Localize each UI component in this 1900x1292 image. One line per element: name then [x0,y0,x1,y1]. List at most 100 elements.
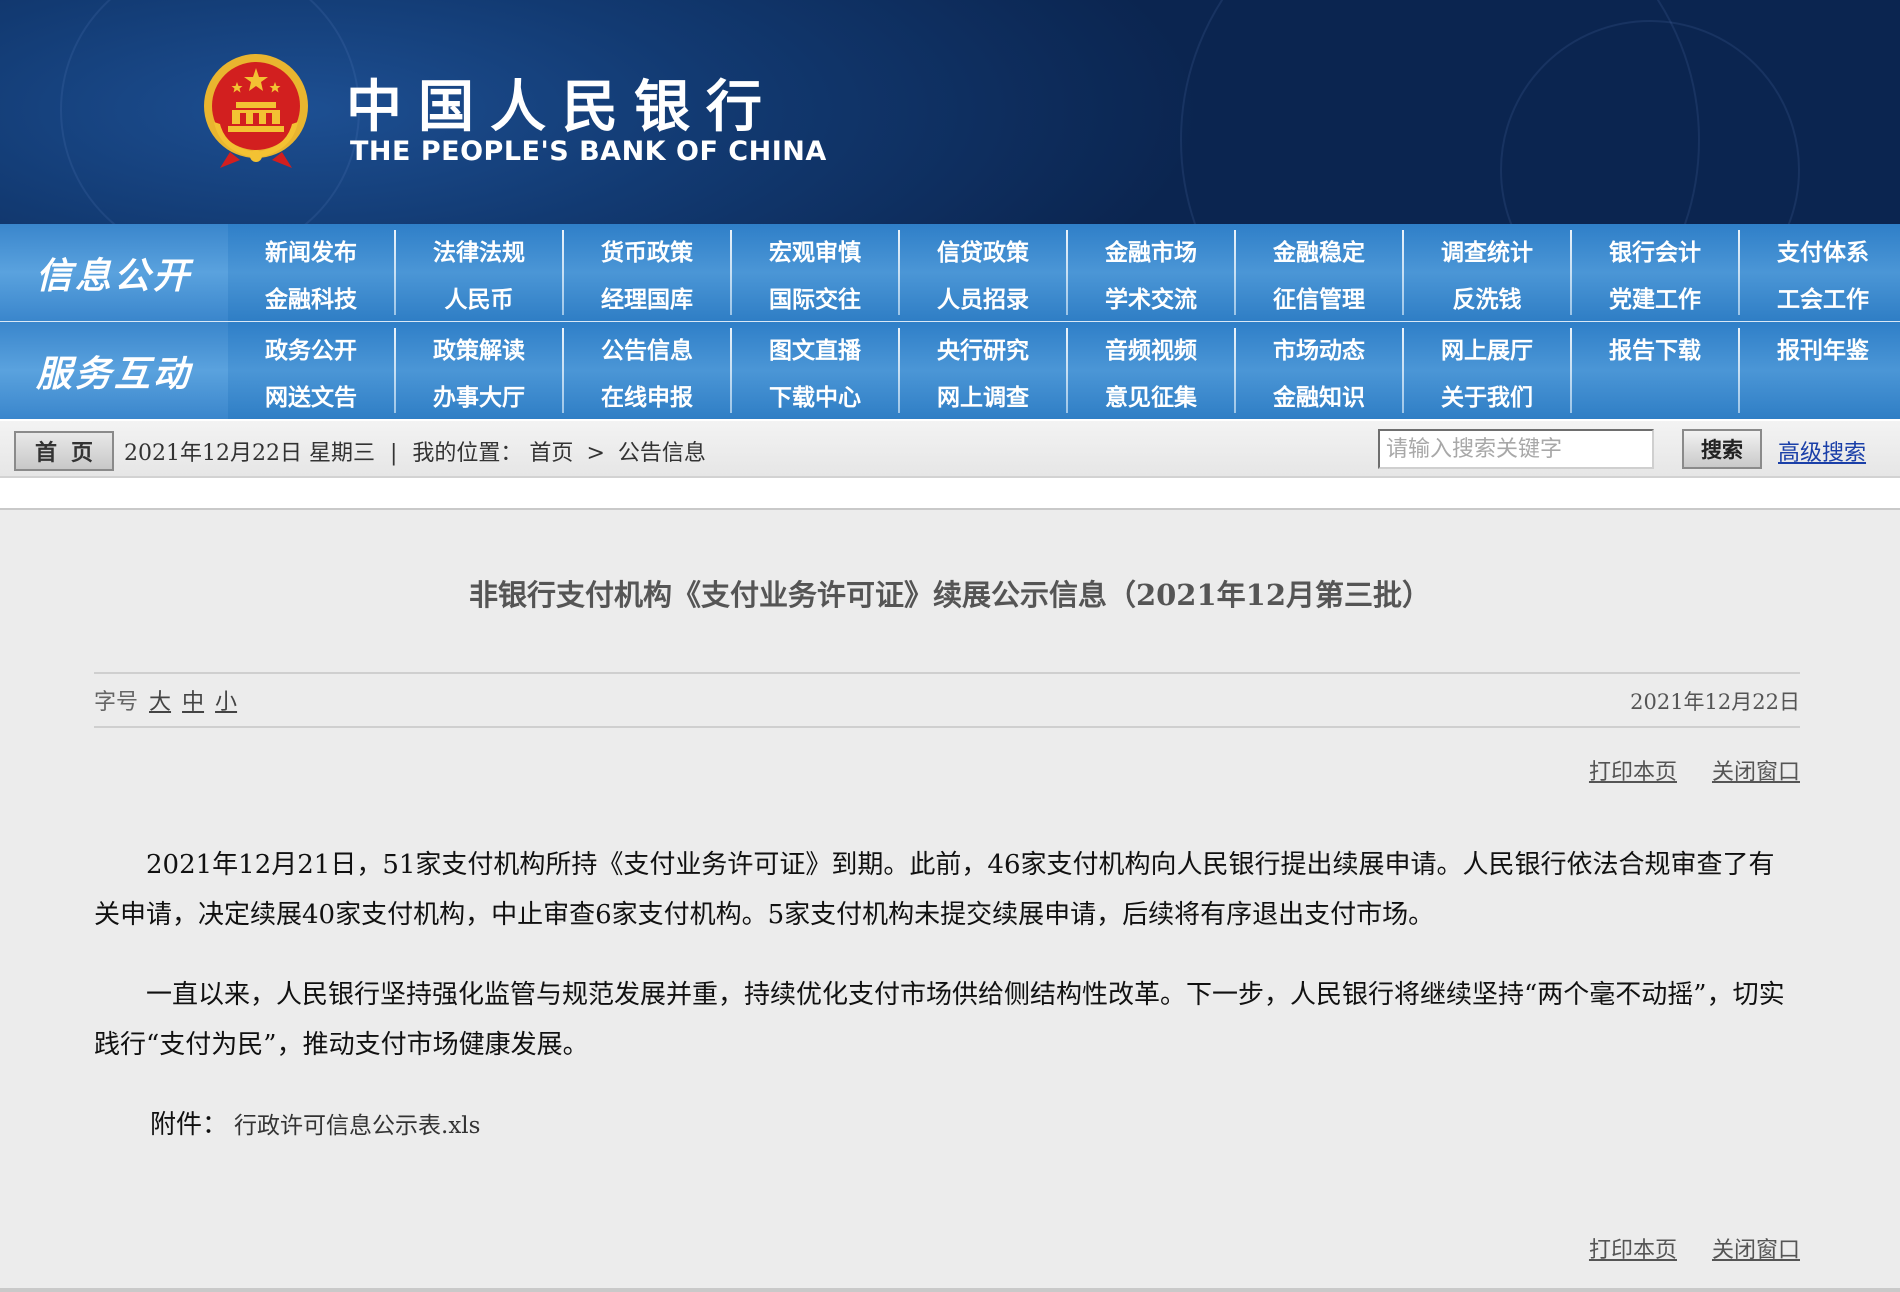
nav-service-item-0-9[interactable]: 报刊年鉴 [1740,324,1900,372]
nav-service-item-1-6[interactable]: 金融知识 [1236,371,1402,419]
font-size-label: 字号 [94,690,139,715]
nav-service-item-0-1[interactable]: 政策解读 [396,324,562,372]
font-size-large[interactable]: 大 [149,690,171,715]
nav-service-item-1-3[interactable]: 下载中心 [732,371,898,419]
attachment-link[interactable]: 行政许可信息公示表.xls [234,1113,480,1139]
nav-column-separator [730,230,732,315]
nav-info-item-1-1[interactable]: 人民币 [396,273,562,321]
advanced-search-link[interactable]: 高级搜索 [1778,435,1866,467]
nav-column-separator [394,230,396,315]
site-banner: 中国人民银行 THE PEOPLE'S BANK OF CHINA [0,0,1900,224]
nav-service-item-0-8[interactable]: 报告下载 [1572,324,1738,372]
location-text: 2021年12月22日 星期三 | 我的位置： 首页 > 公告信息 [124,435,706,467]
nav-column-separator [1402,230,1404,315]
nav-info-item-1-0[interactable]: 金融科技 [228,273,394,321]
article-panel: 非银行支付机构《支付业务许可证》续展公示信息（2021年12月第三批） 字号 大… [0,508,1900,1292]
nav-column-separator [1570,230,1572,315]
print-link[interactable]: 打印本页 [1589,760,1677,785]
nav-info-item-0-3[interactable]: 宏观审慎 [732,226,898,274]
nav-info-item-0-5[interactable]: 金融市场 [1068,226,1234,274]
attachment-label: 附件： [150,1110,229,1140]
publish-date: 2021年12月22日 [1630,690,1800,714]
font-size-small[interactable]: 小 [215,690,237,715]
article-paragraph: 2021年12月21日，51家支付机构所持《支付业务许可证》到期。此前，46家支… [94,850,1775,930]
nav-service-item-0-4[interactable]: 央行研究 [900,324,1066,372]
nav-service-item-0-0[interactable]: 政务公开 [228,324,394,372]
font-size-controls: 字号 大 中 小 [94,684,237,716]
top-utility-links: 打印本页 关闭窗口 [1561,754,1800,786]
nav-column-separator [898,328,900,413]
divider [94,672,1800,674]
location-prefix: 我的位置： [412,441,523,466]
nav-column-separator [1570,328,1572,413]
nav-service-item-0-2[interactable]: 公告信息 [564,324,730,372]
nav-info-item-0-4[interactable]: 信贷政策 [900,226,1066,274]
location-bar: 首页 2021年12月22日 星期三 | 我的位置： 首页 > 公告信息 搜索 … [0,421,1900,478]
print-link[interactable]: 打印本页 [1589,1238,1677,1263]
nav-info-disclosure: 信息公开 新闻发布 法律法规 货币政策 宏观审慎 信贷政策 金融市场 金融稳定 调查统计 银行会… [0,224,1900,321]
site-title-en: THE PEOPLE'S BANK OF CHINA [350,136,827,167]
nav-column-separator [1066,328,1068,413]
nav-column-separator [1402,328,1404,413]
nav-service-item-0-7[interactable]: 网上展厅 [1404,324,1570,372]
nav-column-separator [1066,230,1068,315]
nav-column-separator [1738,230,1740,315]
nav-service-item-0-5[interactable]: 音频视频 [1068,324,1234,372]
current-date: 2021年12月22日 星期三 [124,441,375,466]
nav-service-item-1-2[interactable]: 在线申报 [564,371,730,419]
nav-service-label: 服务互动 [0,322,228,419]
bottom-utility-links: 打印本页 关闭窗口 [1561,1232,1800,1264]
nav-info-item-1-3[interactable]: 国际交往 [732,273,898,321]
article-title: 非银行支付机构《支付业务许可证》续展公示信息（2021年12月第三批） [468,578,1432,612]
article-body: 2021年12月21日，51家支付机构所持《支付业务许可证》到期。此前，46家支… [94,840,1800,1100]
search-input[interactable] [1378,429,1654,469]
nav-service-grid: 政务公开 政策解读 公告信息 图文直播 央行研究 音频视频 市场动态 网上展厅 报告下载 报刊年鉴… [228,322,1900,419]
nav-info-grid: 新闻发布 法律法规 货币政策 宏观审慎 信贷政策 金融市场 金融稳定 调查统计 银行会计 支付体系… [228,224,1900,321]
divider [94,726,1800,728]
article-paragraph: 一直以来，人民银行坚持强化监管与规范发展并重，持续优化支付市场供给侧结构性改革。… [94,980,1785,1060]
nav-column-separator [1234,230,1236,315]
font-size-medium[interactable]: 中 [182,690,204,715]
nav-info-item-0-6[interactable]: 金融稳定 [1236,226,1402,274]
home-button[interactable]: 首页 [14,431,114,471]
nav-service-interaction: 服务互动 政务公开 政策解读 公告信息 图文直播 央行研究 音频视频 市场动态 网上展厅 报告下… [0,322,1900,419]
location-divider: | [389,441,398,466]
panel-bottom-border [0,1288,1900,1292]
nav-info-item-0-0[interactable]: 新闻发布 [228,226,394,274]
breadcrumb-current[interactable]: 公告信息 [618,441,706,466]
nav-service-item-1-5[interactable]: 意见征集 [1068,371,1234,419]
nav-info-item-0-8[interactable]: 银行会计 [1572,226,1738,274]
national-emblem-icon[interactable] [200,52,312,172]
nav-info-item-1-8[interactable]: 党建工作 [1572,273,1738,321]
nav-column-separator [562,328,564,413]
breadcrumb-separator: > [586,441,605,466]
attachment-row: 附件： 行政许可信息公示表.xls [150,1104,480,1141]
nav-info-item-0-9[interactable]: 支付体系 [1740,226,1900,274]
nav-service-item-0-3[interactable]: 图文直播 [732,324,898,372]
nav-info-item-1-9[interactable]: 工会工作 [1740,273,1900,321]
nav-info-item-0-1[interactable]: 法律法规 [396,226,562,274]
nav-column-separator [1234,328,1236,413]
close-window-link[interactable]: 关闭窗口 [1712,1238,1800,1263]
nav-column-separator [562,230,564,315]
nav-service-item-1-7[interactable]: 关于我们 [1404,371,1570,419]
nav-service-item-1-4[interactable]: 网上调查 [900,371,1066,419]
nav-info-item-0-7[interactable]: 调查统计 [1404,226,1570,274]
nav-info-label: 信息公开 [0,224,228,321]
nav-column-separator [730,328,732,413]
nav-service-item-1-0[interactable]: 网送文告 [228,371,394,419]
nav-column-separator [898,230,900,315]
nav-info-item-1-7[interactable]: 反洗钱 [1404,273,1570,321]
nav-info-item-0-2[interactable]: 货币政策 [564,226,730,274]
nav-info-item-1-4[interactable]: 人员招录 [900,273,1066,321]
nav-column-separator [394,328,396,413]
nav-info-item-1-2[interactable]: 经理国库 [564,273,730,321]
nav-info-item-1-6[interactable]: 征信管理 [1236,273,1402,321]
nav-service-item-1-1[interactable]: 办事大厅 [396,371,562,419]
nav-service-item-0-6[interactable]: 市场动态 [1236,324,1402,372]
close-window-link[interactable]: 关闭窗口 [1712,760,1800,785]
nav-column-separator [1738,328,1740,413]
search-button[interactable]: 搜索 [1682,429,1762,469]
nav-info-item-1-5[interactable]: 学术交流 [1068,273,1234,321]
breadcrumb-home[interactable]: 首页 [529,441,573,466]
